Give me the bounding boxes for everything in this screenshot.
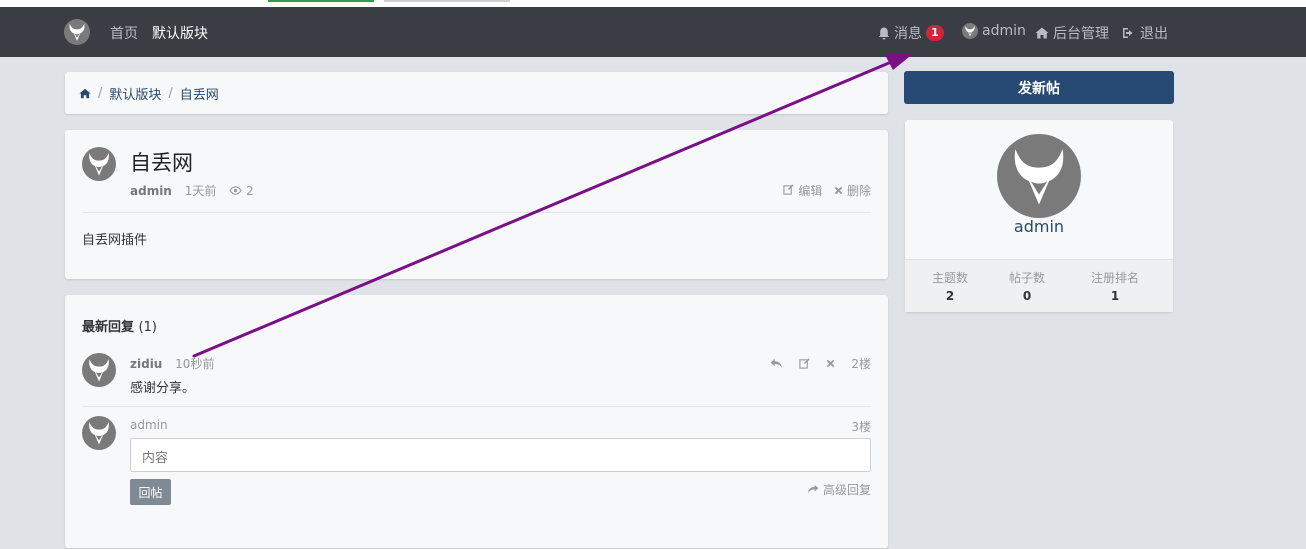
breadcrumb-section-link[interactable]: 默认版块 [109,84,161,103]
nav-logout-link[interactable]: 退出 [1122,23,1168,43]
view-count: 2 [229,184,254,198]
submit-reply-button[interactable]: 回帖 [130,479,171,505]
edit-icon [783,184,795,195]
reply-floor: 2楼 [851,357,871,371]
stat-value: 0 [1022,289,1032,303]
reply-actions: 2楼 [770,355,871,372]
thread-title: 自丢网 [130,151,193,175]
new-post-button[interactable]: 发新帖 [904,71,1174,104]
thread-time: 1天前 [184,184,217,198]
stat-rank: 注册排名 1 [1075,269,1155,303]
delete-button[interactable]: 删除 [834,184,871,198]
user-avatar-icon [962,23,978,39]
nav-admin-label: 后台管理 [1053,26,1109,42]
edit-icon[interactable] [799,358,810,369]
edit-button[interactable]: 编辑 [783,184,826,198]
nav-home-link[interactable]: 首页 [110,23,138,43]
author-avatar[interactable] [82,147,116,181]
advanced-reply-label: 高级回复 [822,483,871,497]
replies-heading: 最新回复 (1) [82,316,157,335]
divider [82,212,871,213]
logout-icon [1123,28,1133,38]
replies-count: (1) [138,320,157,335]
top-navbar: 首页 默认版块 消息 1 admin 后台管理 退出 [0,7,1306,57]
reply-author[interactable]: zidiu [130,357,162,371]
nav-username: admin [982,23,1026,39]
thread-card: 自丢网 admin 1天前 2 编辑 删除 自丢网插件 [65,130,888,279]
nav-user-link[interactable]: admin [962,23,1026,39]
thread-meta: admin 1天前 2 [130,182,254,199]
profile-avatar[interactable] [997,134,1081,218]
eye-icon [229,186,242,195]
advanced-reply-link[interactable]: 高级回复 [807,481,871,498]
replies-card: 最新回复 (1) zidiu 10秒前 感谢分享。 2楼 admin 3楼 回帖… [65,295,888,548]
reply-form-user: admin [130,418,168,432]
bell-icon [878,27,890,39]
reply-content-input[interactable] [130,438,871,472]
profile-card: admin 主题数 2 帖子数 0 注册排名 1 [905,120,1173,312]
browser-top-strip [0,0,1306,7]
stat-posts: 帖子数 0 [987,269,1067,303]
delete-label: 删除 [846,184,871,198]
reply-avatar[interactable] [82,353,116,387]
stat-value: 2 [945,289,955,303]
divider [82,406,871,407]
current-user-avatar[interactable] [82,416,116,450]
breadcrumb-current-link[interactable]: 自丢网 [180,84,219,103]
reply-meta: zidiu 10秒前 [130,355,214,372]
browser-tab-indicator [268,0,374,2]
replies-title: 最新回复 [82,320,135,335]
profile-stats: 主题数 2 帖子数 0 注册排名 1 [905,259,1173,312]
breadcrumb-separator: / [98,85,103,101]
close-icon[interactable] [826,359,835,368]
thread-author[interactable]: admin [130,184,172,198]
stat-threads: 主题数 2 [910,269,990,303]
nav-messages-label: 消息 [894,26,922,42]
nav-admin-link[interactable]: 后台管理 [1035,23,1109,43]
messages-count-badge: 1 [926,25,944,41]
profile-name[interactable]: admin [905,217,1173,236]
home-icon [1035,27,1049,39]
view-count-value: 2 [245,184,254,198]
stat-label: 帖子数 [1008,271,1045,285]
stat-label: 主题数 [931,271,968,285]
breadcrumb-separator: / [168,85,173,101]
nav-logout-label: 退出 [1140,26,1168,42]
reply-form-floor: 3楼 [851,420,871,434]
site-logo-icon[interactable] [64,19,90,45]
reply-icon[interactable] [770,358,783,369]
home-icon[interactable] [79,88,91,99]
share-icon [808,484,819,494]
nav-messages-link[interactable]: 消息 1 [878,23,944,43]
thread-actions: 编辑 删除 [783,182,871,199]
edit-label: 编辑 [798,184,823,198]
breadcrumb: / 默认版块 / 自丢网 [65,72,888,114]
browser-tab-indicator [384,0,510,2]
stat-value: 1 [1110,289,1120,303]
stat-label: 注册排名 [1090,271,1139,285]
thread-content: 自丢网插件 [82,233,148,248]
reply-content: 感谢分享。 [130,381,196,396]
reply-time: 10秒前 [175,357,215,371]
nav-section-link[interactable]: 默认版块 [152,23,208,43]
close-icon [834,186,843,195]
